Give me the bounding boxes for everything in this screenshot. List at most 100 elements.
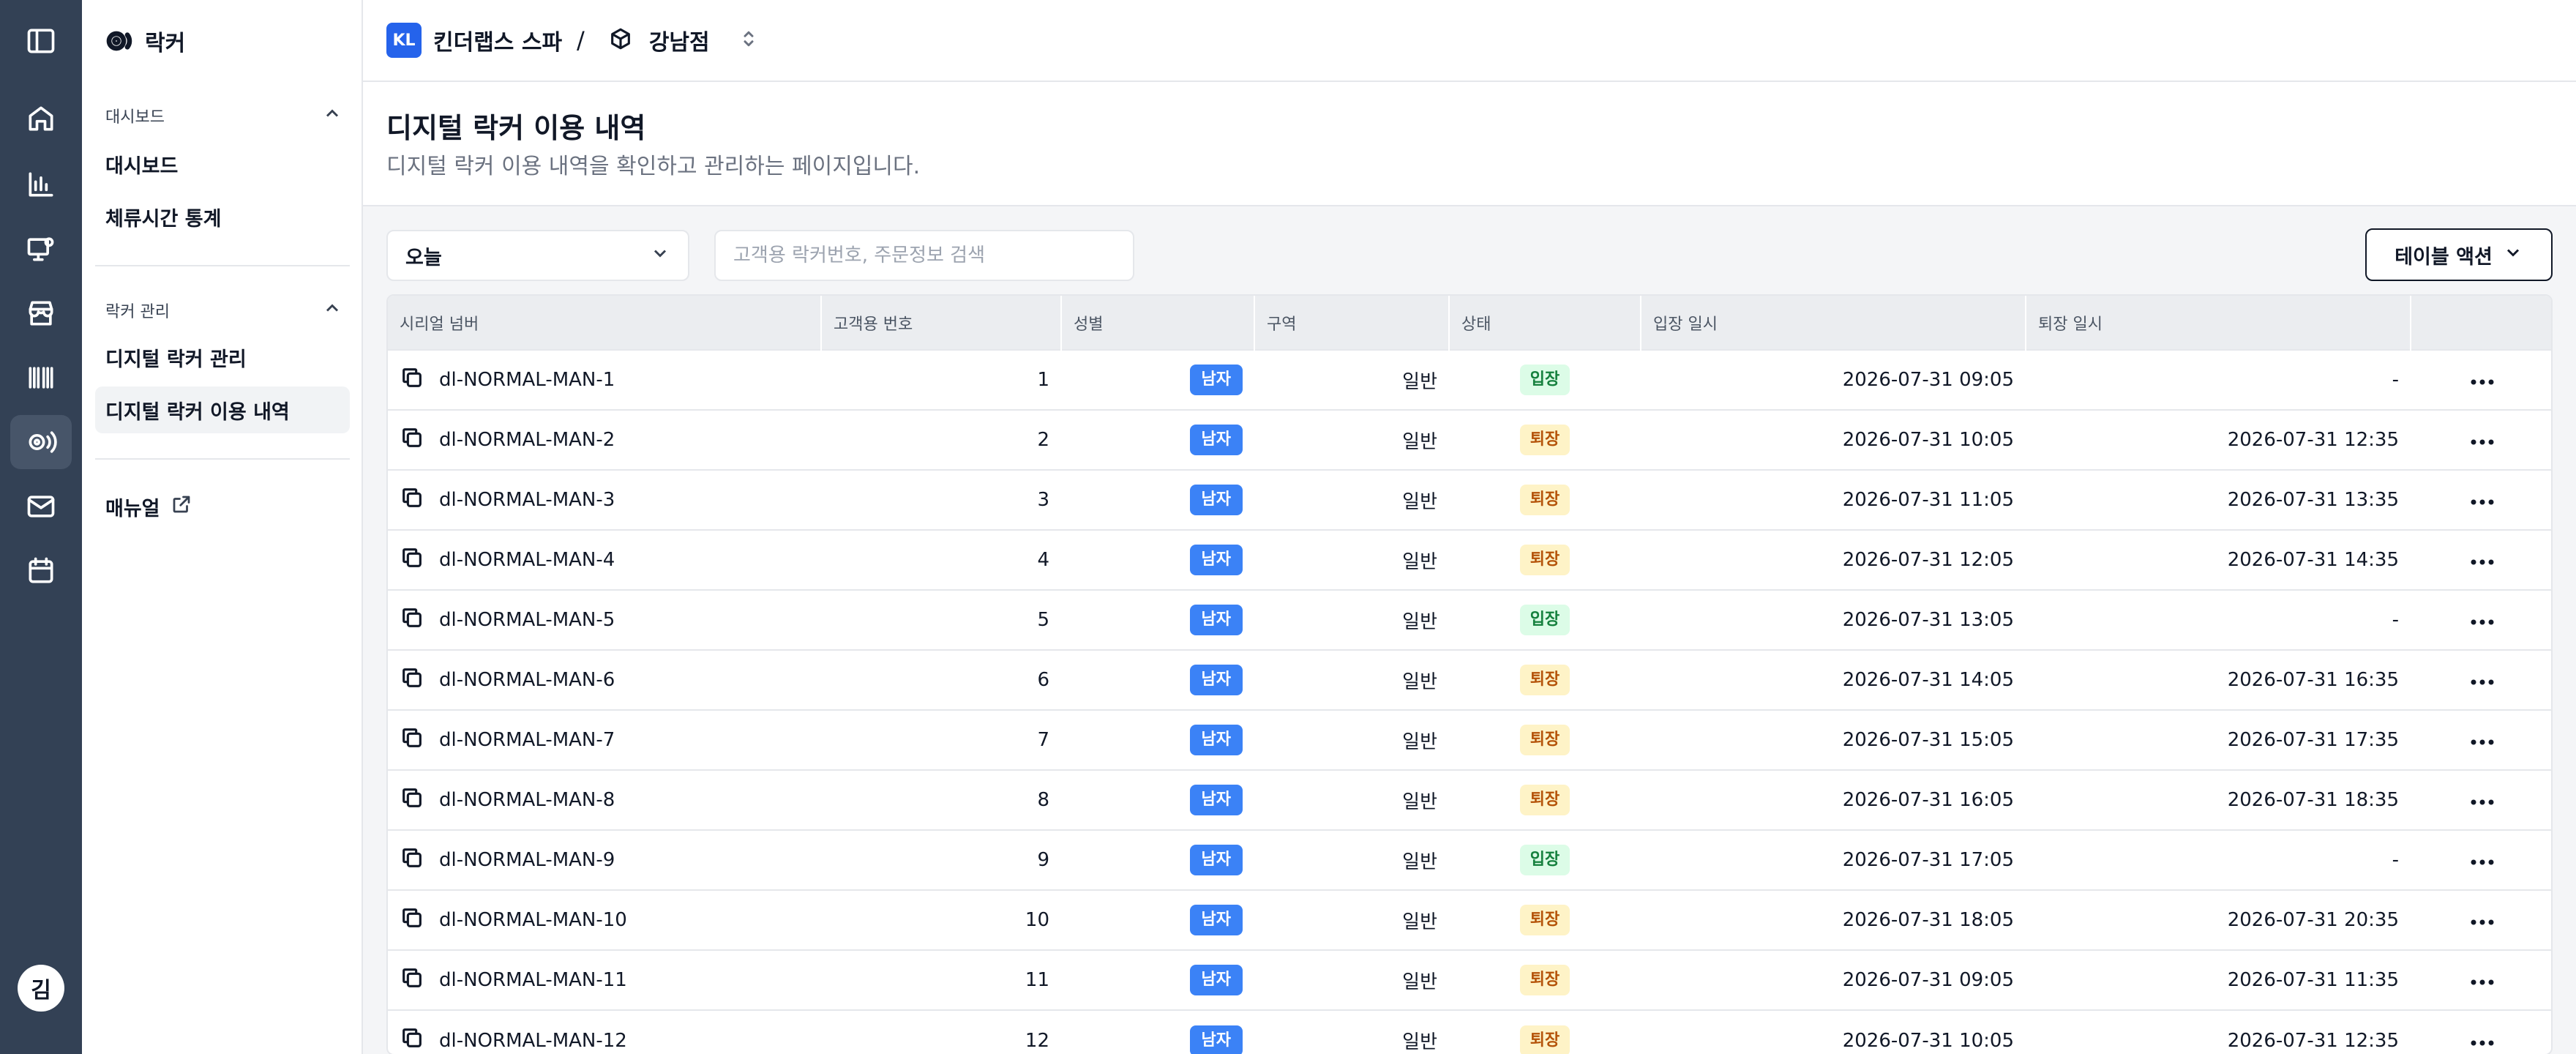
sidebar-item-dashboard[interactable]: 대시보드 <box>95 141 350 187</box>
status-cell: 퇴장 <box>1449 950 1641 1010</box>
gender-badge: 남자 <box>1189 485 1243 515</box>
row-actions <box>2411 770 2551 830</box>
brand[interactable]: 락커 <box>105 25 185 57</box>
serial-number: dl-NORMAL-MAN-2 <box>439 429 615 451</box>
table-row[interactable]: dl-NORMAL-MAN-10 10 남자 일반 퇴장 2026-07-31 18:05… <box>388 890 2551 950</box>
status-badge: 입장 <box>1519 365 1570 395</box>
zone-cell: 일반 <box>1402 1031 1437 1053</box>
table-row[interactable]: dl-NORMAL-MAN-5 5 남자 일반 입장 2026-07-31 13:05 - <box>388 590 2551 650</box>
exit-time: - <box>2392 609 2399 631</box>
divider <box>95 265 350 266</box>
locker-icon[interactable] <box>10 415 72 469</box>
more-icon[interactable] <box>2470 429 2495 451</box>
gender-badge: 남자 <box>1189 665 1243 695</box>
sidebar-item-locker-history[interactable]: 디지털 락커 이용 내역 <box>95 386 350 433</box>
exit-time: 2026-07-31 20:35 <box>2227 909 2399 931</box>
more-icon[interactable] <box>2470 549 2495 571</box>
customer-number: 3 <box>1037 489 1049 511</box>
column-header[interactable]: 고객용 번호 <box>821 296 1062 350</box>
more-icon[interactable] <box>2470 849 2495 871</box>
copy-icon[interactable] <box>400 785 424 815</box>
status-badge: 퇴장 <box>1519 1025 1570 1054</box>
chevron-down-icon <box>650 243 670 269</box>
table-row[interactable]: dl-NORMAL-MAN-6 6 남자 일반 퇴장 2026-07-31 14:05 20… <box>388 650 2551 710</box>
copy-icon[interactable] <box>400 845 424 875</box>
more-icon[interactable] <box>2470 669 2495 691</box>
copy-icon[interactable] <box>400 545 424 575</box>
org-name[interactable]: 킨더랩스 스파 <box>433 24 562 56</box>
status-badge: 퇴장 <box>1519 545 1570 575</box>
status-badge: 퇴장 <box>1519 785 1570 815</box>
serial-number: dl-NORMAL-MAN-1 <box>439 369 615 391</box>
table-row[interactable]: dl-NORMAL-MAN-9 9 남자 일반 입장 2026-07-31 17:05 - <box>388 830 2551 890</box>
table-row[interactable]: dl-NORMAL-MAN-2 2 남자 일반 퇴장 2026-07-31 10:05 20… <box>388 410 2551 470</box>
period-select[interactable]: 오늘 <box>386 230 689 281</box>
sidebar-item-locker-manage[interactable]: 디지털 락커 관리 <box>95 334 350 381</box>
gender-cell: 남자 <box>1061 590 1254 650</box>
copy-icon[interactable] <box>400 965 424 995</box>
main-content: 오늘 테이블 액션 시리얼 넘버고객용 번호성별구역상태입장 일시퇴장 일시 d… <box>363 206 2576 1054</box>
chart-icon[interactable] <box>19 162 63 206</box>
gender-badge: 남자 <box>1189 845 1243 875</box>
column-header[interactable]: 퇴장 일시 <box>2026 296 2411 350</box>
customer-number: 8 <box>1037 789 1049 811</box>
gender-badge: 남자 <box>1189 725 1243 755</box>
monitor-settings-icon[interactable] <box>19 227 63 271</box>
more-icon[interactable] <box>2470 1030 2495 1052</box>
column-header[interactable] <box>2411 296 2551 350</box>
sidebar-toggle-icon[interactable] <box>19 19 63 63</box>
serial-number: dl-NORMAL-MAN-3 <box>439 489 615 511</box>
chevron-updown-icon[interactable] <box>738 28 760 53</box>
barcode-icon[interactable] <box>19 356 63 400</box>
gender-badge: 남자 <box>1189 905 1243 935</box>
store-name[interactable]: 강남점 <box>649 24 710 56</box>
table-row[interactable]: dl-NORMAL-MAN-4 4 남자 일반 퇴장 2026-07-31 12:05 20… <box>388 530 2551 590</box>
section-locker-header[interactable]: 락커 관리 <box>105 296 342 325</box>
status-cell: 입장 <box>1449 350 1641 410</box>
serial-cell: dl-NORMAL-MAN-9 <box>388 830 821 890</box>
copy-icon[interactable] <box>400 485 424 515</box>
table-row[interactable]: dl-NORMAL-MAN-1 1 남자 일반 입장 2026-07-31 09:05 - <box>388 350 2551 410</box>
calendar-icon[interactable] <box>19 549 63 593</box>
table-action-button[interactable]: 테이블 액션 <box>2365 228 2553 281</box>
copy-icon[interactable] <box>400 665 424 695</box>
row-actions <box>2411 830 2551 890</box>
column-header[interactable]: 상태 <box>1449 296 1641 350</box>
section-dashboard-header[interactable]: 대시보드 <box>105 101 342 130</box>
column-header[interactable]: 입장 일시 <box>1641 296 2026 350</box>
column-header[interactable]: 성별 <box>1061 296 1255 350</box>
table-row[interactable]: dl-NORMAL-MAN-12 12 남자 일반 퇴장 2026-07-31 10:05… <box>388 1010 2551 1054</box>
avatar[interactable]: 김 <box>18 965 64 1012</box>
table-row[interactable]: dl-NORMAL-MAN-7 7 남자 일반 퇴장 2026-07-31 15:05 20… <box>388 710 2551 770</box>
manual-link[interactable]: 매뉴얼 <box>105 492 192 521</box>
entry-time: 2026-07-31 16:05 <box>1842 789 2014 811</box>
more-icon[interactable] <box>2470 369 2495 391</box>
more-icon[interactable] <box>2470 609 2495 631</box>
table-row[interactable]: dl-NORMAL-MAN-11 11 남자 일반 퇴장 2026-07-31 09:05… <box>388 950 2551 1010</box>
mail-icon[interactable] <box>19 485 63 528</box>
store-icon[interactable] <box>19 291 63 335</box>
sidebar-item-stay-stats[interactable]: 체류시간 통계 <box>95 193 350 240</box>
copy-icon[interactable] <box>400 725 424 755</box>
copy-icon[interactable] <box>400 425 424 455</box>
table-row[interactable]: dl-NORMAL-MAN-8 8 남자 일반 퇴장 2026-07-31 16:05 20… <box>388 770 2551 830</box>
more-icon[interactable] <box>2470 489 2495 511</box>
search-input[interactable] <box>714 230 1134 281</box>
column-header[interactable]: 구역 <box>1254 296 1450 350</box>
copy-icon[interactable] <box>400 1025 424 1054</box>
more-icon[interactable] <box>2470 969 2495 991</box>
copy-icon[interactable] <box>400 905 424 935</box>
home-icon[interactable] <box>19 97 63 141</box>
locker-logo-icon <box>105 26 135 56</box>
table-row[interactable]: dl-NORMAL-MAN-3 3 남자 일반 퇴장 2026-07-31 11:05 20… <box>388 470 2551 530</box>
gender-cell: 남자 <box>1061 950 1254 1010</box>
more-icon[interactable] <box>2470 729 2495 751</box>
column-header[interactable]: 시리얼 넘버 <box>388 296 822 350</box>
copy-icon[interactable] <box>400 365 424 395</box>
more-icon[interactable] <box>2470 789 2495 811</box>
icon-rail: 김 <box>0 0 82 1054</box>
copy-icon[interactable] <box>400 605 424 635</box>
more-icon[interactable] <box>2470 909 2495 931</box>
zone-cell: 일반 <box>1402 610 1437 633</box>
exit-time: 2026-07-31 12:35 <box>2227 429 2399 451</box>
